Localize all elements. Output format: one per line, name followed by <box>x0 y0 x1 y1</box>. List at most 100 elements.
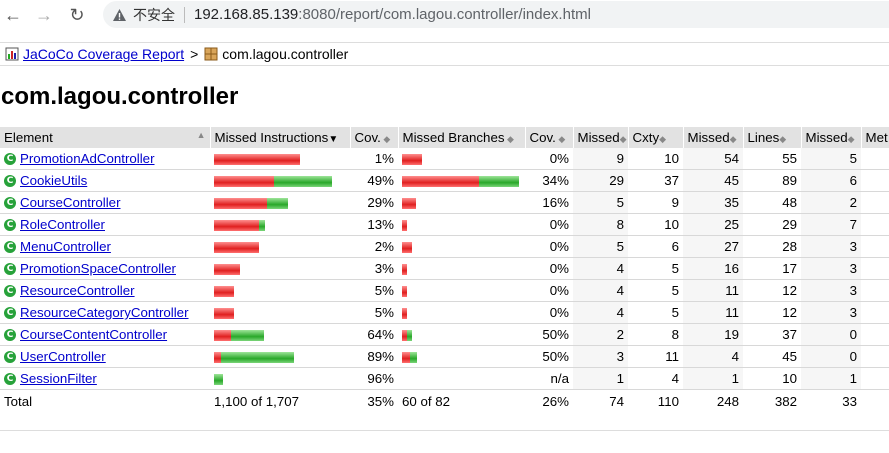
class-icon: C <box>4 175 16 188</box>
table-row: C PromotionAdController 1% 0% 9 10 54 55 5 <box>0 148 889 170</box>
complexity: 5 <box>628 257 683 280</box>
footer-divider <box>0 430 889 431</box>
address-divider <box>184 6 185 23</box>
lines: 12 <box>743 301 801 324</box>
branch-coverage: 0% <box>525 213 573 236</box>
total-lines: 382 <box>743 389 801 412</box>
methods <box>861 213 889 236</box>
complexity: 10 <box>628 148 683 170</box>
table-row: C CookieUtils 49% 34% 29 37 45 89 6 <box>0 169 889 192</box>
instruction-coverage: 96% <box>350 367 398 390</box>
element-link[interactable]: CookieUtils <box>20 173 87 188</box>
class-icon: C <box>4 153 16 166</box>
col-missed-lines[interactable]: Missed◆ <box>683 127 744 148</box>
col-methods[interactable]: Met <box>861 127 889 148</box>
col-branch-coverage[interactable]: Cov. ◆ <box>525 127 574 148</box>
methods <box>861 191 889 214</box>
missed-bar <box>402 351 410 363</box>
col-element[interactable]: Element ▲ <box>0 127 211 148</box>
back-icon[interactable]: ← <box>2 4 24 26</box>
branch-coverage: 0% <box>525 148 573 170</box>
element-link[interactable]: PromotionAdController <box>20 151 155 166</box>
missed-bar <box>214 307 234 319</box>
missed-bar <box>214 351 221 363</box>
browser-toolbar: ← → ↻ 不安全 192.168.85.139:8080/report/com… <box>0 0 889 30</box>
branch-coverage: 34% <box>525 169 573 192</box>
branch-bar-cell <box>398 213 525 236</box>
table-row: C SessionFilter 96% n/a 1 4 1 10 1 <box>0 367 889 390</box>
table-row: C UserController 89% 50% 3 11 4 45 0 <box>0 345 889 368</box>
instruction-bar-cell <box>210 235 350 258</box>
covered-bar <box>259 219 265 231</box>
missed-bar <box>402 263 407 275</box>
missed-bar <box>214 329 231 341</box>
missed-methods: 3 <box>801 301 861 324</box>
branch-coverage: 0% <box>525 235 573 258</box>
element-link[interactable]: SessionFilter <box>20 371 97 386</box>
instruction-bar-cell <box>210 345 350 368</box>
breadcrumb-root-link[interactable]: JaCoCo Coverage Report <box>23 46 184 62</box>
table-row: C PromotionSpaceController 3% 0% 4 5 16 17 3 <box>0 257 889 280</box>
total-label: Total <box>0 389 210 412</box>
col-missed-branches[interactable]: Missed Branches ◆ <box>398 127 526 148</box>
total-missed-methods: 33 <box>801 389 861 412</box>
complexity: 11 <box>628 345 683 368</box>
branch-coverage: 0% <box>525 257 573 280</box>
reload-icon[interactable]: ↻ <box>66 4 88 26</box>
col-complexity[interactable]: Cxty◆ <box>628 127 684 148</box>
table-row: C MenuController 2% 0% 5 6 27 28 3 <box>0 235 889 258</box>
lines: 12 <box>743 279 801 302</box>
missed-bar <box>402 197 416 209</box>
lines: 55 <box>743 148 801 170</box>
missed-lines: 1 <box>683 367 743 390</box>
element-link[interactable]: RoleController <box>20 217 105 232</box>
missed-bar <box>402 219 407 231</box>
missed-lines: 16 <box>683 257 743 280</box>
total-missed-complexity: 74 <box>573 389 628 412</box>
missed-bar <box>214 197 267 209</box>
element-link[interactable]: UserController <box>20 349 106 364</box>
methods <box>861 257 889 280</box>
missed-complexity: 9 <box>573 148 628 170</box>
lines: 89 <box>743 169 801 192</box>
instruction-coverage: 29% <box>350 191 398 214</box>
col-missed-instructions[interactable]: Missed Instructions▼ <box>210 127 351 148</box>
element-link[interactable]: ResourceController <box>20 283 135 298</box>
missed-complexity: 4 <box>573 257 628 280</box>
methods <box>861 279 889 302</box>
instruction-bar-cell <box>210 279 350 302</box>
col-missed-complexity[interactable]: Missed◆ <box>573 127 629 148</box>
complexity: 10 <box>628 213 683 236</box>
element-link[interactable]: ResourceCategoryController <box>20 305 189 320</box>
col-lines[interactable]: Lines◆ <box>743 127 802 148</box>
forward-icon[interactable]: → <box>33 4 55 26</box>
element-link[interactable]: CourseContentController <box>20 327 167 342</box>
branch-bar-cell <box>398 257 525 280</box>
class-icon: C <box>4 307 16 320</box>
element-link[interactable]: CourseController <box>20 195 121 210</box>
breadcrumb: JaCoCo Coverage Report > com.lagou.contr… <box>0 42 889 66</box>
covered-bar <box>274 175 332 187</box>
missed-lines: 45 <box>683 169 743 192</box>
missed-complexity: 8 <box>573 213 628 236</box>
table-row: C CourseContentController 64% 50% 2 8 19 37 0 <box>0 323 889 346</box>
missed-methods: 2 <box>801 191 861 214</box>
branch-coverage: 0% <box>525 279 573 302</box>
complexity: 4 <box>628 367 683 390</box>
class-icon: C <box>4 351 16 364</box>
branch-bar-cell <box>398 235 525 258</box>
missed-complexity: 3 <box>573 345 628 368</box>
complexity: 6 <box>628 235 683 258</box>
branch-bar-cell <box>398 279 525 302</box>
element-link[interactable]: MenuController <box>20 239 111 254</box>
element-link[interactable]: PromotionSpaceController <box>20 261 176 276</box>
missed-lines: 11 <box>683 279 743 302</box>
complexity: 9 <box>628 191 683 214</box>
branch-coverage: 0% <box>525 301 573 324</box>
col-instruction-coverage[interactable]: Cov. ◆ <box>350 127 399 148</box>
class-icon: C <box>4 241 16 254</box>
col-missed-methods[interactable]: Missed◆ <box>801 127 862 148</box>
address-bar[interactable]: 不安全 192.168.85.139:8080/report/com.lagou… <box>103 1 889 28</box>
instruction-bar-cell <box>210 191 350 214</box>
missed-complexity: 2 <box>573 323 628 346</box>
